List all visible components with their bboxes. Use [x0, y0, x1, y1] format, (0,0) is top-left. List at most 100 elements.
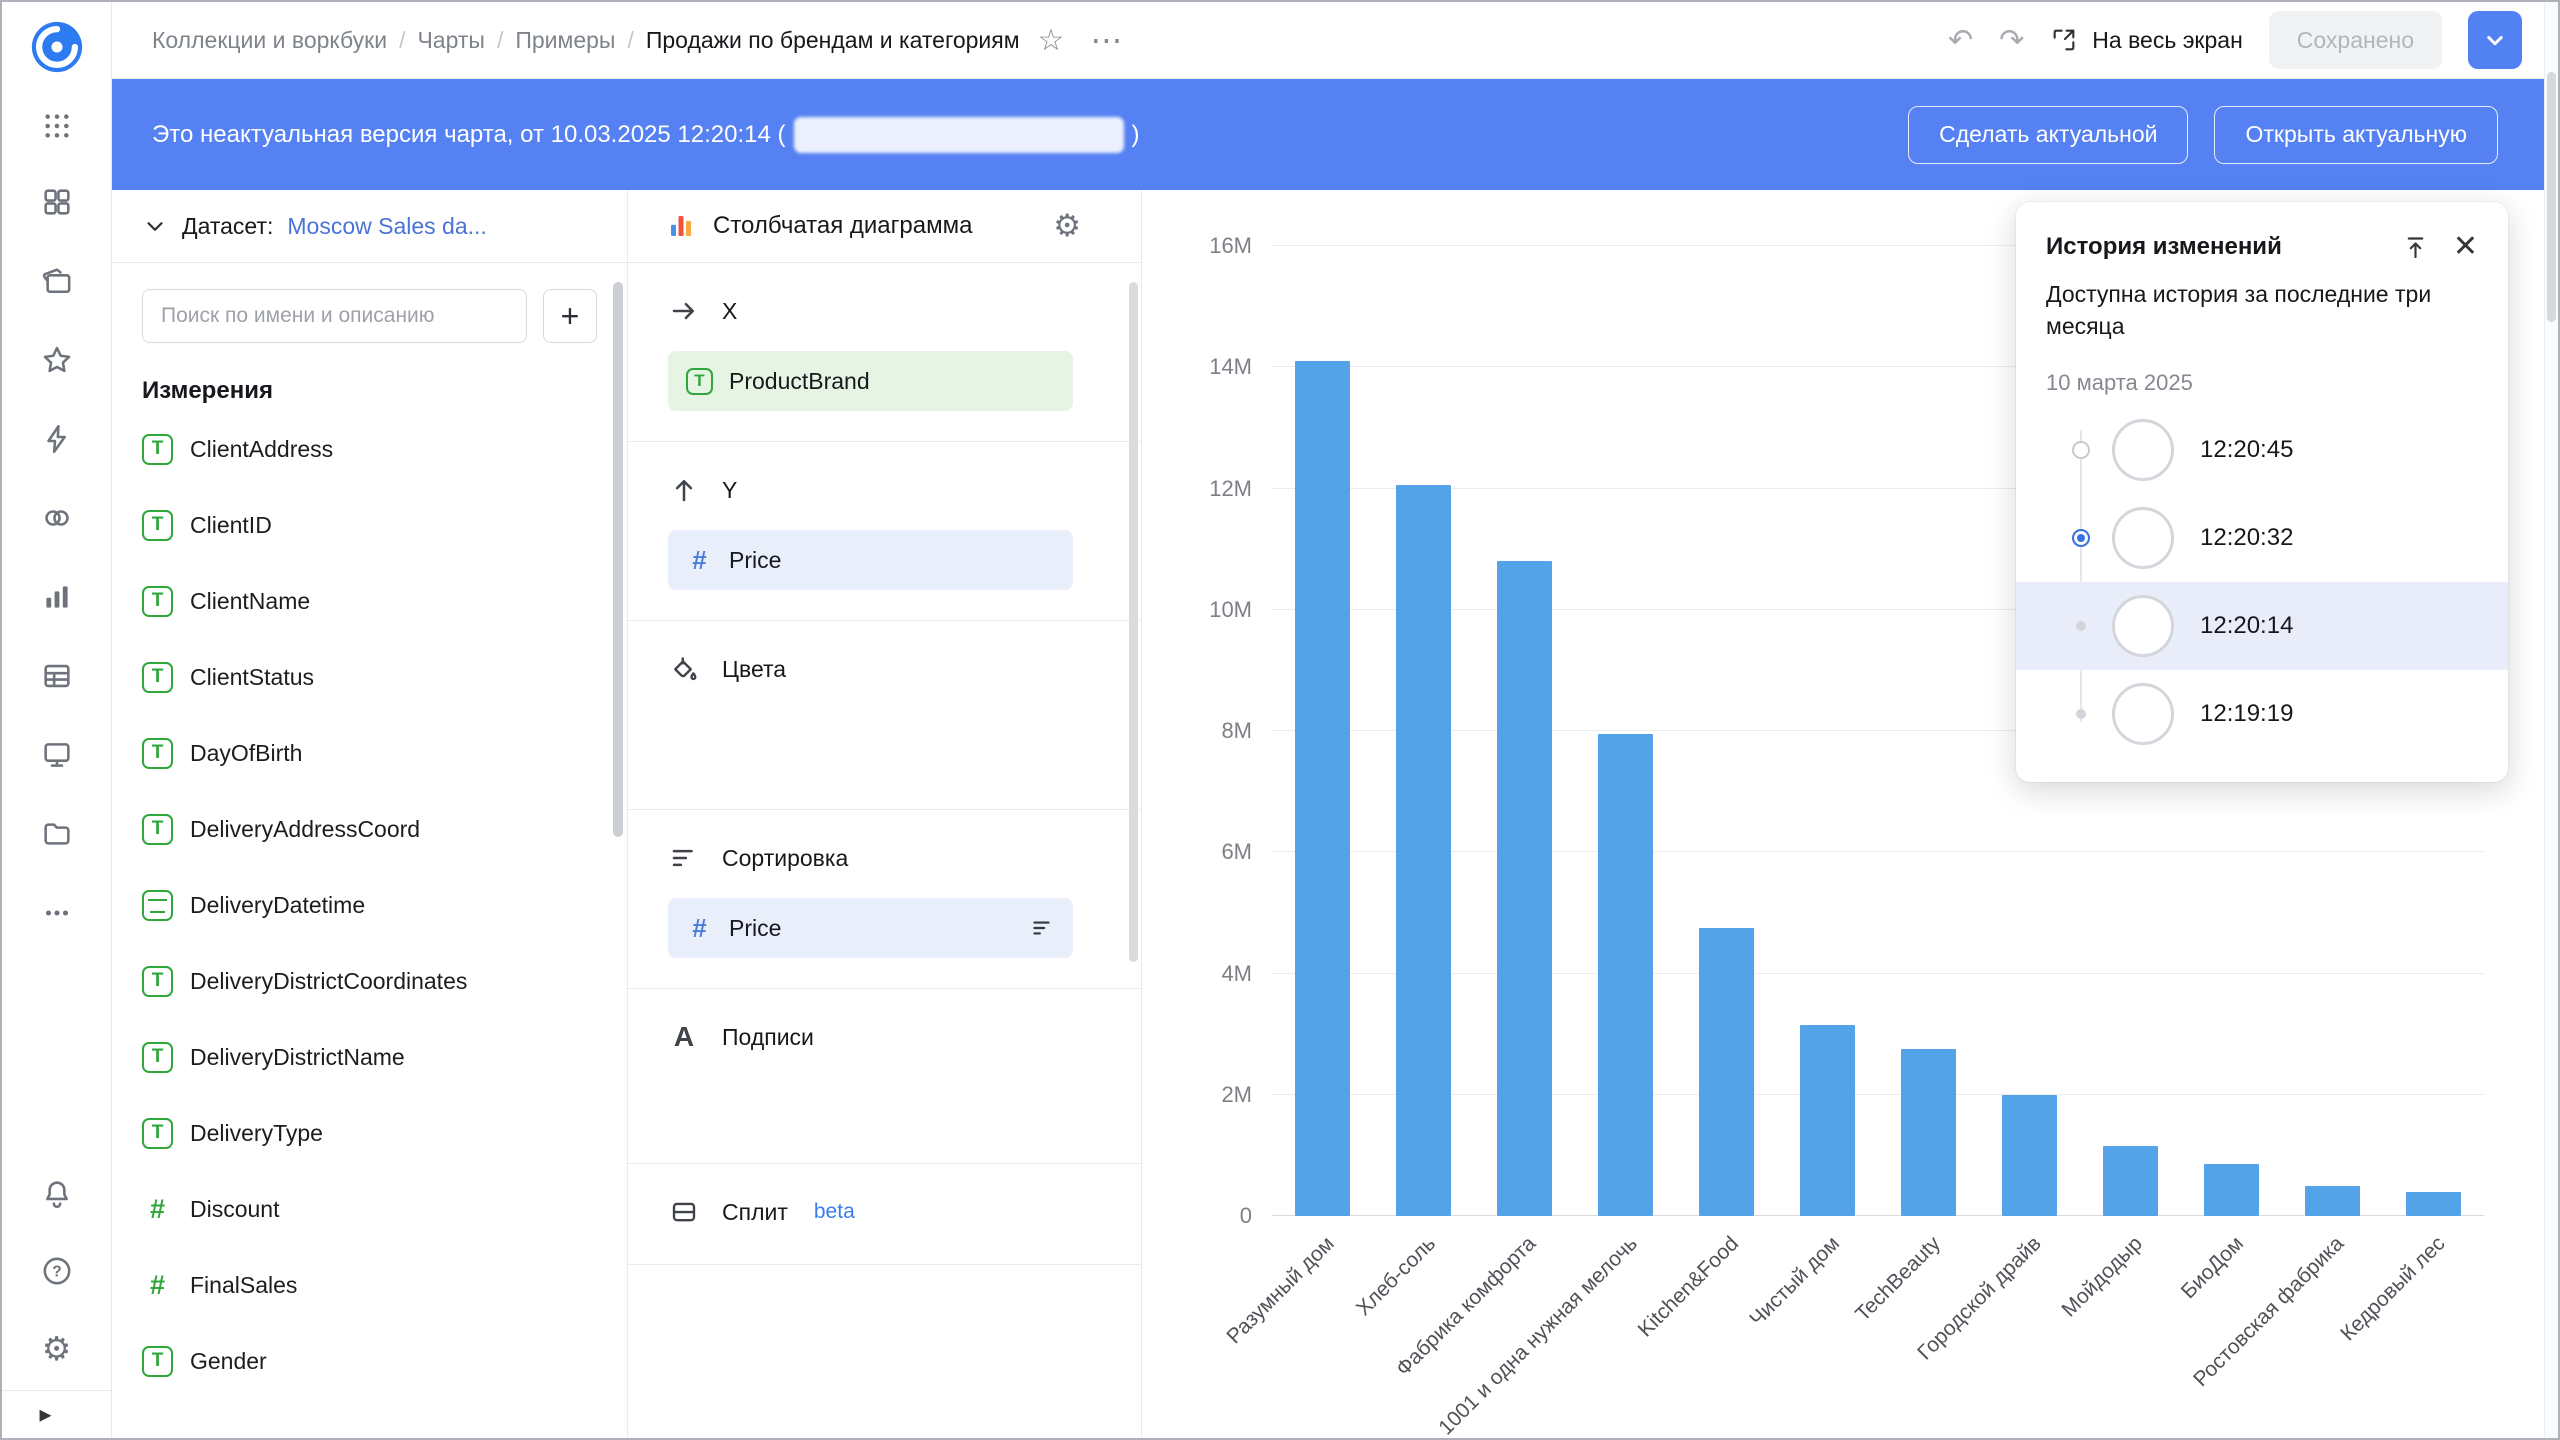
version-radio-selected[interactable] — [2072, 529, 2090, 547]
arrow-up-icon — [668, 475, 700, 505]
dataset-field-DeliveryType[interactable]: TDeliveryType — [112, 1095, 627, 1171]
breadcrumb-item[interactable]: Примеры — [515, 27, 615, 54]
breadcrumb-item[interactable]: Продажи по брендам и категориям — [646, 27, 1020, 54]
bar-Городской драйв[interactable] — [2002, 1095, 2057, 1216]
breadcrumb-item[interactable]: Коллекции и воркбуки — [152, 27, 387, 54]
field-name: DeliveryDistrictName — [190, 1044, 405, 1071]
bar-slot: TechBeauty — [1878, 246, 1979, 1216]
save-dropdown-button[interactable] — [2468, 11, 2522, 69]
help-icon[interactable]: ? — [34, 1249, 80, 1293]
history-entry-12:20:14[interactable]: 12:20:14 — [2016, 582, 2508, 670]
bar-Разумный дом[interactable] — [1295, 361, 1350, 1216]
bar-Мойдодыр[interactable] — [2103, 1146, 2158, 1216]
history-entry-12:20:45[interactable]: 12:20:45 — [2016, 406, 2508, 494]
fullscreen-icon — [2050, 26, 2078, 54]
bar-Kitchen&Food[interactable] — [1699, 928, 1754, 1216]
sort-field-pill[interactable]: # Price — [668, 898, 1073, 958]
saved-button[interactable]: Сохранено — [2269, 11, 2442, 69]
more-icon[interactable] — [34, 891, 80, 935]
dataset-field-ClientID[interactable]: TClientID — [112, 487, 627, 563]
add-field-button[interactable]: + — [543, 289, 597, 343]
fullscreen-button[interactable]: На весь экран — [2050, 26, 2243, 54]
field-type-icon-number: # — [686, 547, 713, 574]
section-sort: Сортировка # Price — [628, 810, 1141, 989]
datasets-table-icon[interactable] — [34, 654, 80, 698]
datalens-logo[interactable] — [28, 18, 86, 76]
field-type-icon-number: # — [686, 915, 713, 942]
banner-text: Это неактуальная версия чарта, от 10.03.… — [152, 117, 1140, 153]
connections-icon[interactable] — [34, 496, 80, 540]
search-input[interactable] — [142, 289, 527, 343]
collapse-sidebar-icon[interactable]: ▸ — [40, 1400, 52, 1429]
bar-TechBeauty[interactable] — [1901, 1049, 1956, 1216]
folder-icon[interactable] — [34, 812, 80, 856]
bar-Кедровый лес[interactable] — [2406, 1192, 2461, 1216]
chart-settings-gear-icon[interactable]: ⚙ — [1053, 208, 1081, 244]
bar-Ростовская фабрика[interactable] — [2305, 1186, 2360, 1216]
charts-icon[interactable] — [34, 575, 80, 619]
chevron-down-icon[interactable] — [142, 213, 168, 239]
field-type-icon-date — [142, 890, 173, 921]
x-field-pill[interactable]: T ProductBrand — [668, 351, 1073, 411]
dataset-field-FinalSales[interactable]: #FinalSales — [112, 1247, 627, 1323]
section-y: Y # Price — [628, 442, 1141, 621]
page-scrollbar[interactable] — [2544, 2, 2558, 1438]
avatar — [2112, 683, 2174, 745]
dataset-field-DeliveryAddressCoord[interactable]: TDeliveryAddressCoord — [112, 791, 627, 867]
more-actions-icon[interactable]: ⋯ — [1090, 21, 1124, 59]
apps-grid-icon[interactable] — [34, 104, 80, 148]
favorite-star-icon[interactable]: ☆ — [1038, 23, 1065, 58]
dataset-field-DayOfBirth[interactable]: TDayOfBirth — [112, 715, 627, 791]
y-axis-tick-label: 2M — [1221, 1082, 1252, 1108]
field-name: DeliveryDatetime — [190, 892, 365, 919]
dataset-field-DeliveryDistrictCoordinates[interactable]: TDeliveryDistrictCoordinates — [112, 943, 627, 1019]
dataset-field-Discount[interactable]: #Discount — [112, 1171, 627, 1247]
star-icon[interactable] — [34, 338, 80, 382]
bar-Чистый дом[interactable] — [1800, 1025, 1855, 1216]
section-y-header: Y — [668, 468, 1073, 512]
y-axis-tick-label: 4M — [1221, 961, 1252, 987]
chart-type-header[interactable]: Столбчатая диаграмма ⚙ — [628, 190, 1141, 263]
version-radio-dot[interactable] — [2076, 709, 2086, 719]
lightning-icon[interactable] — [34, 417, 80, 461]
dataset-field-ClientName[interactable]: TClientName — [112, 563, 627, 639]
dataset-name-link[interactable]: Moscow Sales da... — [287, 213, 486, 240]
section-x-header: X — [668, 289, 1073, 333]
undo-icon[interactable]: ↶ — [1948, 23, 1973, 58]
dataset-field-ClientAddress[interactable]: TClientAddress — [112, 411, 627, 487]
bar-1001 и одна нужная мелочь[interactable] — [1598, 734, 1653, 1216]
dashboards-icon[interactable] — [34, 733, 80, 777]
page-scrollbar-thumb[interactable] — [2547, 72, 2556, 322]
breadcrumb-item[interactable]: Чарты — [417, 27, 484, 54]
sort-direction-icon[interactable] — [1029, 915, 1055, 941]
dataset-field-Gender[interactable]: TGender — [112, 1323, 627, 1399]
close-icon[interactable]: ✕ — [2453, 232, 2478, 262]
config-scrollbar[interactable] — [1129, 282, 1138, 962]
open-actual-button[interactable]: Открыть актуальную — [2214, 106, 2498, 164]
history-entry-12:19:19[interactable]: 12:19:19 — [2016, 670, 2508, 758]
redo-icon[interactable]: ↷ — [1999, 23, 2024, 58]
bar-БиоДом[interactable] — [2204, 1164, 2259, 1216]
make-actual-button[interactable]: Сделать актуальной — [1908, 106, 2188, 164]
collections-icon[interactable] — [34, 180, 80, 224]
y-field-pill[interactable]: # Price — [668, 530, 1073, 590]
section-labels: A Подписи — [628, 989, 1141, 1164]
version-radio-ring[interactable] — [2072, 441, 2090, 459]
app-window: ? ⚙ ▸ Коллекции и воркбуки/Чарты/Примеры… — [0, 0, 2560, 1440]
bar-Фабрика комфорта[interactable] — [1497, 561, 1552, 1216]
avatar — [2112, 507, 2174, 569]
dataset-field-DeliveryDistrictName[interactable]: TDeliveryDistrictName — [112, 1019, 627, 1095]
dataset-scrollbar[interactable] — [613, 282, 623, 837]
history-entry-12:20:32[interactable]: 12:20:32 — [2016, 494, 2508, 582]
workbooks-icon[interactable] — [34, 259, 80, 303]
field-type-icon-text: T — [142, 434, 173, 465]
dataset-field-DeliveryDatetime[interactable]: DeliveryDatetime — [112, 867, 627, 943]
gear-icon[interactable]: ⚙ — [34, 1326, 80, 1370]
field-type-icon-text: T — [142, 966, 173, 997]
y-axis-tick-label: 16M — [1209, 233, 1252, 259]
collapse-panel-icon[interactable] — [2402, 234, 2429, 261]
bar-Хлеб-соль[interactable] — [1396, 485, 1451, 1216]
version-radio-dot[interactable] — [2076, 621, 2086, 631]
dataset-field-ClientStatus[interactable]: TClientStatus — [112, 639, 627, 715]
bell-icon[interactable] — [34, 1172, 80, 1216]
